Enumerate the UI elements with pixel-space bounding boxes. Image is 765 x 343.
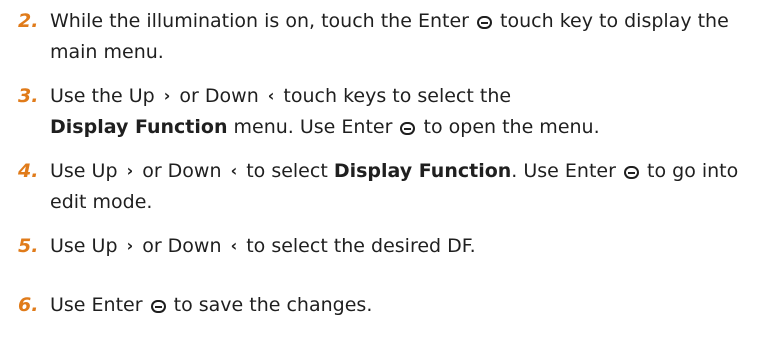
step-2: 2. While the illumination is on, touch t… [0,6,760,68]
menu-name: Display Function [50,116,228,138]
step-text: Use Up › or Down ‹ to select Display Fun… [50,156,760,218]
step-6: 6. Use Enter to save the changes. [0,290,760,321]
step-number: 4. [18,160,39,182]
down-key-icon: ‹ [230,236,238,255]
instruction-steps: 2. While the illumination is on, touch t… [0,0,765,343]
enter-key-icon [400,122,416,135]
step-number: 2. [18,10,39,32]
step-number: 5. [18,235,39,257]
step-text: Use Enter to save the changes. [50,294,373,316]
up-key-icon: › [163,86,171,105]
step-text: Use Up › or Down ‹ to select the desired… [50,231,760,262]
down-key-icon: ‹ [267,86,275,105]
up-key-icon: › [126,161,134,180]
enter-key-icon [477,16,492,29]
step-4: 4. Use Up › or Down ‹ to select Display … [0,156,760,218]
step-number: 6. [18,294,39,316]
down-key-icon: ‹ [230,161,238,180]
step-number: 3. [18,85,39,107]
menu-name: Display Function [333,160,512,182]
step-text: While the illumination is on, touch the … [50,10,729,63]
up-key-icon: › [126,236,134,255]
enter-key-icon [150,300,166,313]
step-text: Use the Up › or Down ‹ touch keys to sel… [50,81,760,143]
step-3: 3. Use the Up › or Down ‹ touch keys to … [0,81,760,143]
enter-key-icon [623,166,639,179]
step-5: 5. Use Up › or Down ‹ to select the desi… [0,231,760,262]
